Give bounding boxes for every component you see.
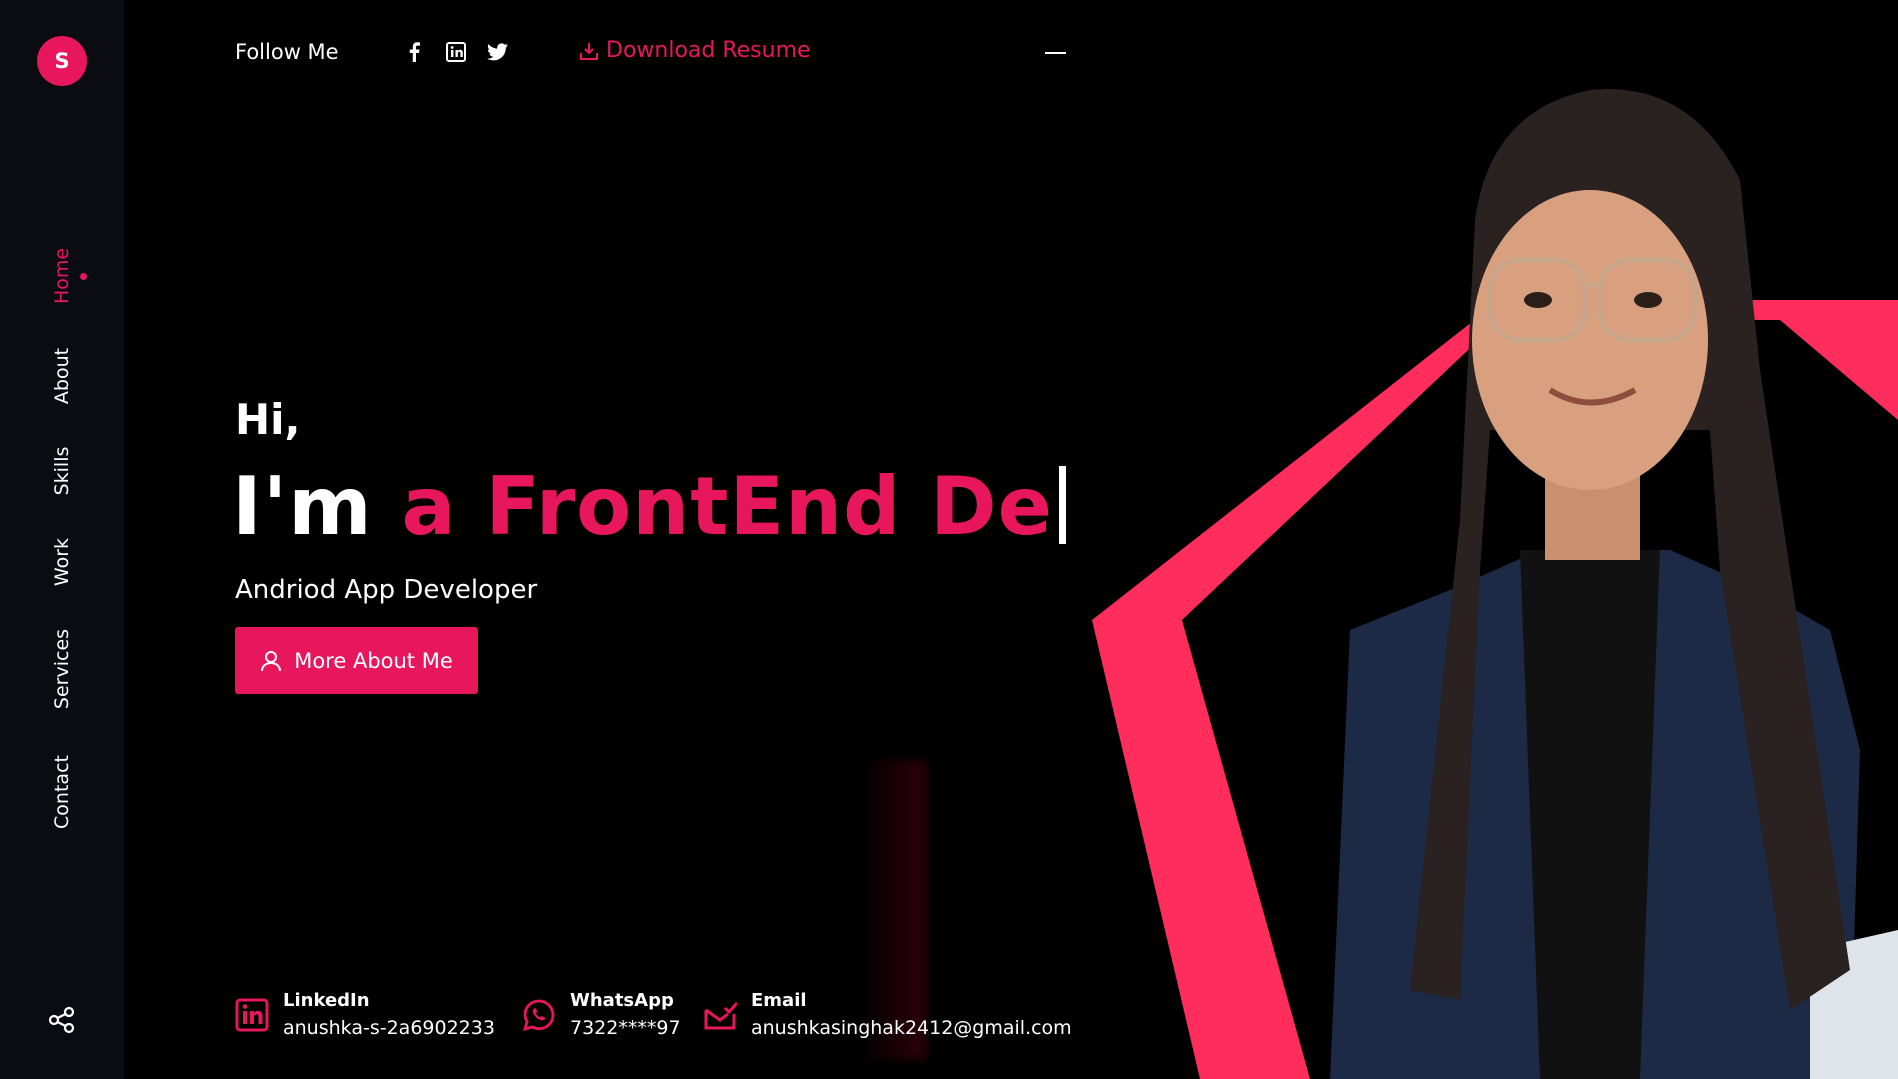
- linkedin-icon: [235, 998, 269, 1032]
- sidebar: S Home About Skills Work Services Contac…: [0, 0, 124, 1079]
- typing-cursor: [1058, 466, 1066, 544]
- profile-photo: [1330, 89, 1898, 1079]
- menu-toggle-icon[interactable]: [1045, 52, 1066, 54]
- email-icon: [704, 1002, 737, 1030]
- follow-me-label: Follow Me: [235, 40, 339, 64]
- linkedin-icon[interactable]: [445, 41, 467, 63]
- more-about-me-button[interactable]: More About Me: [235, 627, 478, 694]
- hero-subtitle: Andriod App Developer: [235, 575, 538, 605]
- contact-value: anushkasinghak2412@gmail.com: [751, 1017, 1072, 1039]
- logo-badge[interactable]: S: [37, 36, 87, 86]
- sidebar-item-skills[interactable]: Skills: [51, 447, 73, 496]
- download-resume-button[interactable]: Download Resume: [580, 38, 811, 63]
- sidebar-item-contact[interactable]: Contact: [51, 755, 73, 829]
- download-icon: [580, 42, 598, 60]
- whatsapp-icon: [522, 999, 555, 1031]
- sidebar-item-home[interactable]: Home: [51, 248, 73, 304]
- share-icon[interactable]: [48, 1006, 76, 1034]
- contact-label: Email: [751, 990, 807, 1011]
- headline-prefix: I'm: [232, 460, 373, 553]
- download-resume-label: Download Resume: [606, 38, 811, 63]
- more-about-me-label: More About Me: [294, 648, 453, 673]
- hero-greeting: Hi,: [235, 395, 301, 444]
- facebook-icon[interactable]: [403, 41, 425, 63]
- contact-label: LinkedIn: [283, 990, 370, 1011]
- contact-linkedin[interactable]: LinkedIn anushka-s-2a6902233: [235, 990, 495, 1039]
- sidebar-item-about[interactable]: About: [51, 348, 73, 404]
- user-icon: [261, 650, 282, 671]
- headline-typed-text: a FrontEnd De: [401, 460, 1053, 553]
- contact-value: anushka-s-2a6902233: [283, 1017, 495, 1039]
- twitter-icon[interactable]: [486, 41, 508, 63]
- sidebar-item-services[interactable]: Services: [51, 629, 73, 709]
- contact-value: 7322****97: [570, 1017, 681, 1039]
- logo-letter: S: [54, 49, 70, 73]
- contact-label: WhatsApp: [570, 990, 674, 1011]
- active-indicator-dot: [80, 273, 87, 280]
- sidebar-item-work[interactable]: Work: [51, 538, 73, 586]
- contact-email[interactable]: Email anushkasinghak2412@gmail.com: [703, 990, 1072, 1039]
- contact-whatsapp[interactable]: WhatsApp 7322****97: [522, 990, 681, 1039]
- hero-headline: I'm a FrontEnd De: [232, 460, 1066, 553]
